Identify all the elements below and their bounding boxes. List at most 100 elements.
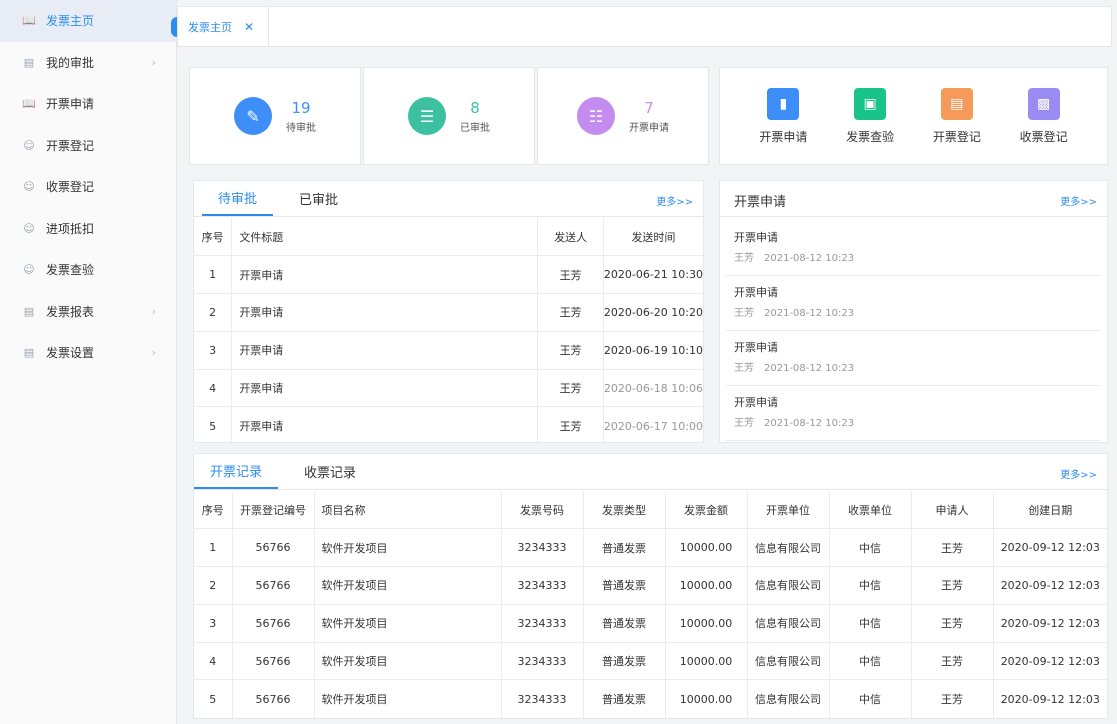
cell: 3234333 bbox=[501, 679, 584, 718]
more-link[interactable]: 更多>> bbox=[656, 193, 693, 208]
sidebar-item-label: 我的审批 bbox=[46, 55, 95, 70]
cell: 普通发票 bbox=[583, 604, 666, 643]
cell[interactable]: 开票申请 bbox=[231, 255, 539, 295]
col-header: 发票金额 bbox=[665, 491, 748, 530]
shortcut-receipt-register[interactable]: ▩ 收票登记 bbox=[1020, 87, 1068, 145]
sidebar-item-invoice-report[interactable]: ▤ 发票报表 › bbox=[0, 291, 176, 333]
cell: 2020-09-12 12:03 bbox=[993, 528, 1107, 568]
cell: 10000.00 bbox=[665, 604, 748, 643]
table-row[interactable]: 2 56766 软件开发项目 3234333 普通发票 10000.00 信息有… bbox=[194, 566, 1107, 605]
cell: 软件开发项目 bbox=[314, 604, 502, 643]
sidebar-item-label: 收票登记 bbox=[46, 180, 95, 195]
shortcut-invoice-register[interactable]: ▤ 开票登记 bbox=[932, 87, 981, 145]
list-item[interactable]: 开票申请 王芳 2021-08-12 10:23 bbox=[726, 276, 1101, 331]
main-content: ✎ 19 待审批 ☰ 8 已审批 ☷ 7 开票申请 ▮ 开票申请 ▣ 发票查验 … bbox=[177, 47, 1117, 724]
tab-invoice-home[interactable]: 发票主页 ✕ bbox=[178, 7, 270, 46]
sidebar-item-label: 发票查验 bbox=[46, 263, 95, 278]
book-icon: 📖 bbox=[22, 97, 36, 111]
cell: 2020-09-12 12:03 bbox=[993, 604, 1107, 643]
sidebar-item-invoice-settings[interactable]: ▤ 发票设置 › bbox=[0, 332, 176, 374]
table-row[interactable]: 4 56766 软件开发项目 3234333 普通发票 10000.00 信息有… bbox=[194, 642, 1107, 681]
panel-title: 开票申请 bbox=[734, 195, 787, 210]
shortcut-label: 开票登记 bbox=[932, 129, 981, 144]
tab-pending[interactable]: 待审批 bbox=[202, 180, 274, 216]
list-item[interactable]: 开票申请 王芳 2021-08-12 10:23 bbox=[726, 221, 1101, 276]
item-title: 开票申请 bbox=[734, 231, 778, 244]
table-row[interactable]: 4 开票申请 王芳 2020-06-18 10:06 bbox=[194, 369, 703, 408]
doc-icon: ▤ bbox=[23, 346, 35, 360]
doc-icon: ▤ bbox=[23, 55, 35, 69]
cell: 王芳 bbox=[911, 528, 994, 568]
close-icon[interactable]: ✕ bbox=[244, 20, 254, 34]
shortcut-invoice-apply[interactable]: ▮ 开票申请 bbox=[759, 87, 807, 145]
sidebar-item-my-approval[interactable]: ▤ 我的审批 › bbox=[0, 42, 176, 84]
cell[interactable]: 开票申请 bbox=[231, 293, 539, 332]
cell[interactable]: 开票申请 bbox=[231, 406, 539, 445]
stat-card-pending[interactable]: ✎ 19 待审批 bbox=[189, 67, 361, 165]
sidebar-item-invoice-apply[interactable]: 📖 开票申请 bbox=[0, 83, 176, 125]
cell: 3 bbox=[194, 604, 233, 643]
table-row[interactable]: 2 开票申请 王芳 2020-06-20 10:20 bbox=[194, 293, 703, 332]
cell: 信息有限公司 bbox=[747, 604, 830, 643]
cell: 2020-09-12 12:03 bbox=[993, 642, 1107, 681]
stat-card-approved[interactable]: ☰ 8 已审批 bbox=[363, 67, 535, 165]
table-header: 序号 开票登记编号 项目名称 发票号码 发票类型 发票金额 开票单位 收票单位 … bbox=[194, 491, 1107, 530]
col-header: 申请人 bbox=[911, 491, 994, 530]
sidebar-item-label: 进项抵扣 bbox=[46, 221, 95, 236]
cell[interactable]: 开票申请 bbox=[231, 369, 539, 408]
sidebar-item-invoice-check[interactable]: ☺ 发票查验 bbox=[0, 249, 176, 291]
sidebar-item-input-deduction[interactable]: ☺ 进项抵扣 bbox=[0, 208, 176, 250]
register-icon: ▤ bbox=[940, 87, 973, 120]
cell: 王芳 bbox=[911, 566, 994, 605]
cell[interactable]: 开票申请 bbox=[231, 331, 539, 370]
cell: 王芳 bbox=[911, 604, 994, 643]
item-user: 王芳 bbox=[734, 363, 754, 374]
sidebar-item-receipt-register[interactable]: ☺ 收票登记 bbox=[0, 166, 176, 208]
table-row[interactable]: 5 56766 软件开发项目 3234333 普通发票 10000.00 信息有… bbox=[194, 679, 1107, 718]
table-row[interactable]: 3 56766 软件开发项目 3234333 普通发票 10000.00 信息有… bbox=[194, 604, 1107, 643]
cell: 5 bbox=[194, 679, 233, 718]
cell: 56766 bbox=[232, 642, 315, 681]
book-icon: 📖 bbox=[22, 14, 36, 28]
cell: 软件开发项目 bbox=[314, 566, 502, 605]
table-row[interactable]: 5 开票申请 王芳 2020-06-17 10:00 bbox=[194, 406, 703, 445]
cell: 4 bbox=[194, 642, 233, 681]
more-link[interactable]: 更多>> bbox=[1060, 466, 1097, 481]
sidebar-item-invoice-register[interactable]: ☺ 开票登记 bbox=[0, 125, 176, 167]
apply-list: 开票申请 王芳 2021-08-12 10:23 开票申请 王芳 2021-08-1… bbox=[726, 221, 1101, 441]
stat-card-apply[interactable]: ☷ 7 开票申请 bbox=[537, 67, 709, 165]
cell: 普通发票 bbox=[583, 642, 666, 681]
cell: 软件开发项目 bbox=[314, 679, 502, 718]
item-user: 王芳 bbox=[734, 308, 754, 319]
cell: 普通发票 bbox=[583, 679, 666, 718]
cell: 2 bbox=[194, 293, 233, 332]
list-item[interactable]: 开票申请 王芳 2021-08-12 10:23 bbox=[726, 331, 1101, 386]
cell: 中信 bbox=[829, 604, 912, 643]
cell: 56766 bbox=[232, 679, 315, 718]
records-panel: 开票记录 收票记录 更多>> 序号 开票登记编号 项目名称 发票号码 发票类型 … bbox=[193, 453, 1108, 719]
shortcut-invoice-check[interactable]: ▣ 发票查验 bbox=[846, 87, 894, 145]
cell: 王芳 bbox=[537, 369, 604, 408]
more-link[interactable]: 更多>> bbox=[1060, 193, 1097, 208]
cell: 56766 bbox=[232, 566, 315, 605]
tab-receipt-records[interactable]: 收票记录 bbox=[288, 453, 372, 489]
cell: 2020-06-19 10:10 bbox=[603, 331, 703, 370]
user-icon: ☺ bbox=[23, 263, 35, 277]
cell: 中信 bbox=[829, 528, 912, 568]
table-row[interactable]: 1 56766 软件开发项目 3234333 普通发票 10000.00 信息有… bbox=[194, 528, 1107, 568]
sidebar-item-invoice-home[interactable]: 📖 发票主页 bbox=[0, 0, 177, 42]
stat-label: 待审批 bbox=[286, 122, 316, 134]
doc-icon: ▤ bbox=[23, 304, 35, 318]
cell: 普通发票 bbox=[583, 528, 666, 568]
table-row[interactable]: 1 开票申请 王芳 2020-06-21 10:30 bbox=[194, 255, 703, 295]
col-header: 发送时间 bbox=[603, 218, 703, 257]
stat-label: 已审批 bbox=[460, 122, 490, 134]
cell: 10000.00 bbox=[665, 566, 748, 605]
list-item[interactable]: 开票申请 王芳 2021-08-12 10:23 bbox=[726, 386, 1101, 441]
tab-invoice-records[interactable]: 开票记录 bbox=[194, 453, 279, 489]
cell: 信息有限公司 bbox=[747, 679, 830, 718]
table-row[interactable]: 3 开票申请 王芳 2020-06-19 10:10 bbox=[194, 331, 703, 370]
col-header: 文件标题 bbox=[231, 218, 539, 257]
tab-approved[interactable]: 已审批 bbox=[283, 180, 354, 216]
approval-tabs: 待审批 已审批 bbox=[194, 181, 703, 217]
